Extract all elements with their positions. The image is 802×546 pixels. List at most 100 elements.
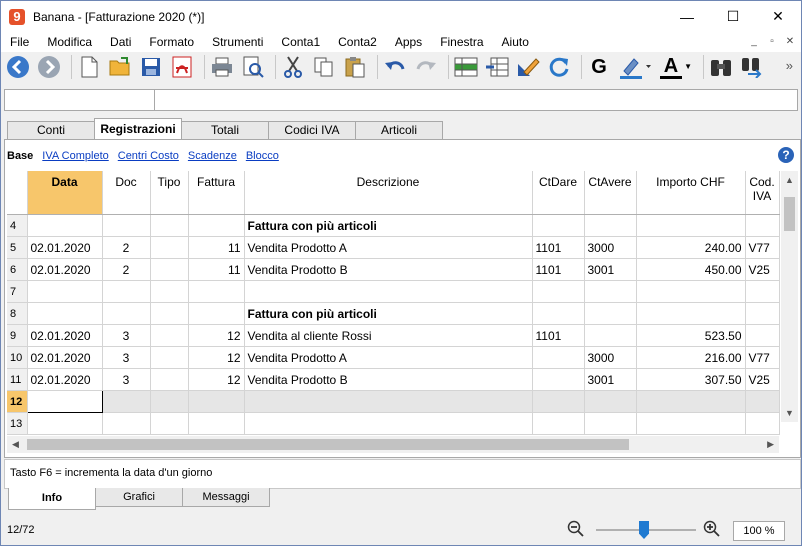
cell-data[interactable]: [26, 390, 103, 413]
column-header-ctdare[interactable]: CtDare: [532, 171, 585, 215]
horizontal-scroll-thumb[interactable]: [27, 439, 629, 450]
cell-codiva[interactable]: [745, 302, 780, 325]
scroll-up-icon[interactable]: ▲: [785, 175, 794, 185]
maximize-button[interactable]: ☐: [710, 1, 756, 32]
menu-finestra[interactable]: Finestra: [431, 32, 492, 52]
cell-descrizione[interactable]: [244, 412, 533, 435]
doc-close-button[interactable]: ✕: [782, 34, 798, 50]
cell-codiva[interactable]: [745, 214, 780, 237]
table-row[interactable]: 9 02.01.2020 3 12 Vendita al cliente Rossi 11…: [7, 324, 780, 347]
row-number[interactable]: 12: [7, 390, 28, 413]
cell-importo[interactable]: 450.00: [636, 258, 746, 281]
cell-fattura[interactable]: [188, 280, 245, 303]
column-header-ctavere[interactable]: CtAvere: [584, 171, 637, 215]
cell-importo[interactable]: 307.50: [636, 368, 746, 391]
cell-ctdare[interactable]: 1101: [532, 236, 585, 259]
cell-ctdare[interactable]: [532, 214, 585, 237]
forward-icon[interactable]: [36, 54, 62, 80]
table-row[interactable]: 10 02.01.2020 3 12 Vendita Prodotto A 3000 216…: [7, 346, 780, 369]
row-number[interactable]: 5: [7, 236, 28, 259]
cell-doc[interactable]: 2: [102, 258, 151, 281]
cell-codiva[interactable]: [745, 280, 780, 303]
cell-tipo[interactable]: [150, 346, 189, 369]
table-row[interactable]: 11 02.01.2020 3 12 Vendita Prodotto B 3001 307…: [7, 368, 780, 391]
cell-codiva[interactable]: [745, 412, 780, 435]
table-row[interactable]: 13: [7, 412, 780, 435]
cell-data[interactable]: [27, 280, 103, 303]
font-color-icon[interactable]: A ▼: [658, 54, 694, 80]
cell-codiva[interactable]: V25: [745, 258, 780, 281]
column-header-importo[interactable]: Importo CHF: [636, 171, 746, 215]
cell-ctavere[interactable]: 3000: [584, 346, 637, 369]
view-iva-completo[interactable]: IVA Completo: [42, 150, 108, 162]
cell-data[interactable]: [27, 302, 103, 325]
column-header-doc[interactable]: Doc: [102, 171, 151, 215]
doc-restore-button[interactable]: ▫: [764, 34, 780, 50]
cell-importo[interactable]: 523.50: [636, 324, 746, 347]
cell-ctdare[interactable]: [532, 412, 585, 435]
copy-icon[interactable]: [311, 54, 337, 80]
cell-codiva[interactable]: V77: [745, 346, 780, 369]
cell-data[interactable]: 02.01.2020: [27, 258, 103, 281]
cell-data[interactable]: [27, 214, 103, 237]
cell-ctdare[interactable]: [532, 302, 585, 325]
cell-doc[interactable]: 3: [102, 368, 151, 391]
menu-dati[interactable]: Dati: [101, 32, 140, 52]
cell-editor-bar[interactable]: [4, 89, 798, 111]
cell-fattura[interactable]: 12: [188, 324, 245, 347]
cell-fattura[interactable]: 12: [188, 346, 245, 369]
horizontal-scrollbar[interactable]: ◀ ▶: [7, 436, 779, 453]
cell-importo[interactable]: [636, 302, 746, 325]
cell-ctdare[interactable]: 1101: [532, 324, 585, 347]
vertical-scroll-thumb[interactable]: [784, 197, 795, 231]
close-button[interactable]: ✕: [755, 1, 801, 32]
row-number[interactable]: 11: [7, 368, 28, 391]
edit-icon[interactable]: [515, 54, 541, 80]
cell-doc[interactable]: [102, 412, 151, 435]
cell-doc[interactable]: 2: [102, 236, 151, 259]
cell-fattura[interactable]: [188, 302, 245, 325]
table-row[interactable]: 4 Fattura con più articoli: [7, 214, 780, 237]
table-row[interactable]: 8 Fattura con più articoli: [7, 302, 780, 325]
cell-ctavere[interactable]: 3001: [584, 258, 637, 281]
cell-tipo[interactable]: [150, 390, 189, 413]
cell-ctdare[interactable]: [532, 390, 585, 413]
vertical-scrollbar[interactable]: ▲ ▼: [781, 171, 798, 422]
view-scadenze[interactable]: Scadenze: [188, 150, 237, 162]
scroll-left-icon[interactable]: ◀: [12, 439, 19, 450]
help-icon[interactable]: ?: [778, 147, 794, 163]
menu-file[interactable]: File: [1, 32, 38, 52]
table-row[interactable]: 7: [7, 280, 780, 303]
cell-descrizione[interactable]: Fattura con più articoli: [244, 214, 533, 237]
cell-doc[interactable]: [102, 390, 151, 413]
row-number[interactable]: 8: [7, 302, 28, 325]
cell-ctdare[interactable]: [532, 280, 585, 303]
cut-icon[interactable]: [280, 54, 306, 80]
menu-conta2[interactable]: Conta2: [329, 32, 386, 52]
cell-codiva[interactable]: V77: [745, 236, 780, 259]
cell-fattura[interactable]: [188, 412, 245, 435]
tab-messaggi[interactable]: Messaggi: [182, 488, 270, 507]
cell-data[interactable]: 02.01.2020: [27, 236, 103, 259]
cell-ctavere[interactable]: [584, 390, 637, 413]
bold-icon[interactable]: G: [586, 54, 612, 80]
tab-totali[interactable]: Totali: [181, 121, 269, 139]
save-icon[interactable]: [138, 54, 164, 80]
cell-doc[interactable]: 3: [102, 324, 151, 347]
zoom-level-field[interactable]: 100 %: [733, 521, 785, 541]
toolbar-overflow-icon[interactable]: »: [786, 58, 793, 73]
cell-doc[interactable]: [102, 280, 151, 303]
menu-apps[interactable]: Apps: [386, 32, 431, 52]
table-row[interactable]: 12: [7, 390, 780, 413]
cell-doc[interactable]: 3: [102, 346, 151, 369]
cell-tipo[interactable]: [150, 258, 189, 281]
cell-descrizione[interactable]: Vendita Prodotto A: [244, 236, 533, 259]
cell-importo[interactable]: [636, 390, 746, 413]
view-centri-costo[interactable]: Centri Costo: [118, 150, 179, 162]
cell-descrizione[interactable]: [244, 390, 533, 413]
column-header-data[interactable]: Data: [27, 171, 103, 215]
cell-ctavere[interactable]: 3000: [584, 236, 637, 259]
cell-ctdare[interactable]: [532, 368, 585, 391]
zoom-slider-thumb[interactable]: [639, 521, 649, 539]
cell-ctavere[interactable]: [584, 214, 637, 237]
